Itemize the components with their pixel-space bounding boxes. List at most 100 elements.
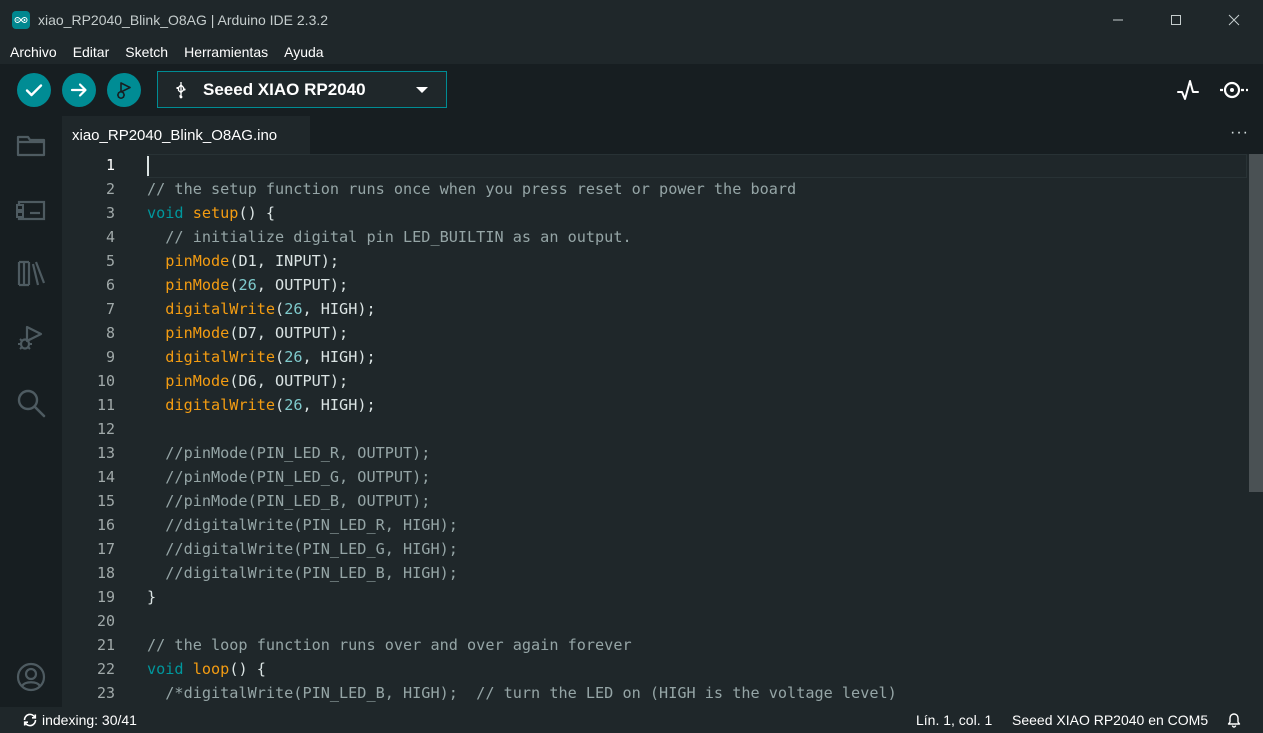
- board-port-status[interactable]: Seeed XIAO RP2040 en COM5: [1012, 707, 1208, 733]
- close-button[interactable]: [1205, 0, 1263, 40]
- cursor-position[interactable]: Lín. 1, col. 1: [916, 707, 992, 733]
- boards-manager-button[interactable]: [14, 192, 48, 226]
- line-number: 21: [96, 636, 115, 654]
- maximize-icon: [1171, 15, 1181, 25]
- code-line: void loop() {: [147, 657, 266, 681]
- code-token: () {: [229, 660, 266, 678]
- code-token: 26: [284, 348, 303, 366]
- line-number: 11: [96, 396, 115, 414]
- debug-icon: [18, 325, 43, 350]
- more-actions-button[interactable]: ···: [1230, 124, 1249, 142]
- line-number: 9: [105, 348, 115, 366]
- account-button[interactable]: [14, 660, 48, 694]
- code-token: (: [275, 300, 285, 318]
- sketchbook-icon: [16, 135, 46, 157]
- code-token: //pinMode(PIN_LED_B, OUTPUT);: [147, 492, 431, 510]
- code-token: pinMode: [165, 324, 230, 342]
- code-token: digitalWrite: [165, 300, 276, 318]
- account-icon: [16, 662, 46, 692]
- line-number: 17: [96, 540, 115, 558]
- code-token: 26: [238, 276, 257, 294]
- line-number: 7: [105, 300, 115, 318]
- serial-monitor-icon: [1220, 81, 1248, 99]
- debug-panel-button[interactable]: [14, 321, 48, 355]
- line-number: 16: [96, 516, 115, 534]
- line-number: 19: [96, 588, 115, 606]
- indexing-status: indexing: 30/41: [22, 707, 137, 733]
- code-token: (D6, OUTPUT);: [229, 372, 349, 390]
- tab-label: xiao_RP2040_Blink_O8AG.ino: [72, 126, 278, 144]
- library-manager-icon: [17, 260, 46, 287]
- upload-button[interactable]: [62, 73, 96, 107]
- menu-sketch[interactable]: Sketch: [117, 40, 176, 64]
- code-line: //pinMode(PIN_LED_B, OUTPUT);: [147, 489, 430, 513]
- indexing-text: indexing: 30/41: [42, 712, 137, 728]
- code-token: //digitalWrite(PIN_LED_R, HIGH);: [147, 516, 458, 534]
- code-token: //digitalWrite(PIN_LED_G, HIGH);: [147, 540, 458, 558]
- debug-button[interactable]: [107, 73, 141, 107]
- vertical-scrollbar[interactable]: [1249, 154, 1263, 707]
- line-number: 22: [96, 660, 115, 678]
- code-line: pinMode(D1, INPUT);: [147, 249, 339, 273]
- code-token: /*digitalWrite(PIN_LED_B, HIGH); // turn…: [147, 684, 897, 702]
- line-number: 3: [105, 204, 115, 222]
- line-number: 8: [105, 324, 115, 342]
- serial-plotter-icon: [1177, 80, 1199, 100]
- notifications-bell-icon[interactable]: [1226, 712, 1242, 728]
- search-button[interactable]: [14, 386, 48, 420]
- upload-icon: [70, 83, 87, 97]
- code-line: //digitalWrite(PIN_LED_R, HIGH);: [147, 513, 458, 537]
- code-token: , HIGH);: [302, 300, 376, 318]
- code-line: digitalWrite(26, HIGH);: [147, 297, 376, 321]
- code-line: pinMode(D6, OUTPUT);: [147, 369, 348, 393]
- code-line: /*digitalWrite(PIN_LED_B, HIGH); // turn…: [147, 681, 897, 705]
- line-number: 12: [96, 420, 115, 438]
- code-token: digitalWrite: [165, 396, 276, 414]
- code-token: , HIGH);: [302, 396, 376, 414]
- code-line: // initialize digital pin LED_BUILTIN as…: [147, 225, 631, 249]
- code-token: (D7, OUTPUT);: [229, 324, 349, 342]
- code-token: , OUTPUT);: [256, 276, 349, 294]
- menu-editar[interactable]: Editar: [65, 40, 118, 64]
- maximize-button[interactable]: [1147, 0, 1205, 40]
- code-token: pinMode: [165, 372, 230, 390]
- code-line: pinMode(D7, OUTPUT);: [147, 321, 348, 345]
- code-token: loop: [192, 660, 230, 678]
- menu-archivo[interactable]: Archivo: [2, 40, 65, 64]
- scrollbar-thumb[interactable]: [1249, 154, 1263, 492]
- code-token: (: [275, 396, 285, 414]
- line-number: 14: [96, 468, 115, 486]
- code-line: // the setup function runs once when you…: [147, 177, 796, 201]
- board-selector[interactable]: Seeed XIAO RP2040: [157, 71, 447, 108]
- library-manager-button[interactable]: [14, 256, 48, 290]
- sync-spinner-icon: [23, 713, 37, 727]
- code-area[interactable]: // the setup function runs once when you…: [147, 154, 1247, 707]
- minimize-icon: [1113, 19, 1123, 21]
- line-number: 18: [96, 564, 115, 582]
- arduino-logo-icon: [12, 11, 30, 29]
- code-editor[interactable]: 123456789101112131415161718192021222324 …: [62, 154, 1263, 707]
- code-token: setup: [192, 204, 239, 222]
- sketchbook-button[interactable]: [14, 128, 48, 162]
- menu-ayuda[interactable]: Ayuda: [276, 40, 331, 64]
- serial-plotter-button[interactable]: [1175, 77, 1201, 103]
- minimize-button[interactable]: [1089, 0, 1147, 40]
- boards-manager-icon: [16, 200, 46, 221]
- line-number: 5: [105, 252, 115, 270]
- close-icon: [1228, 14, 1240, 26]
- line-number: 20: [96, 612, 115, 630]
- verify-button[interactable]: [17, 73, 51, 107]
- window-title: xiao_RP2040_Blink_O8AG | Arduino IDE 2.3…: [38, 12, 329, 28]
- tab-sketch-file[interactable]: xiao_RP2040_Blink_O8AG.ino: [62, 116, 310, 154]
- status-bar: indexing: 30/41 Lín. 1, col. 1 Seeed XIA…: [0, 707, 1263, 733]
- menu-herramientas[interactable]: Herramientas: [176, 40, 276, 64]
- serial-monitor-button[interactable]: [1218, 77, 1250, 103]
- code-token: 26: [284, 300, 303, 318]
- title-bar: xiao_RP2040_Blink_O8AG | Arduino IDE 2.3…: [0, 0, 1263, 40]
- chevron-down-icon: [416, 87, 428, 93]
